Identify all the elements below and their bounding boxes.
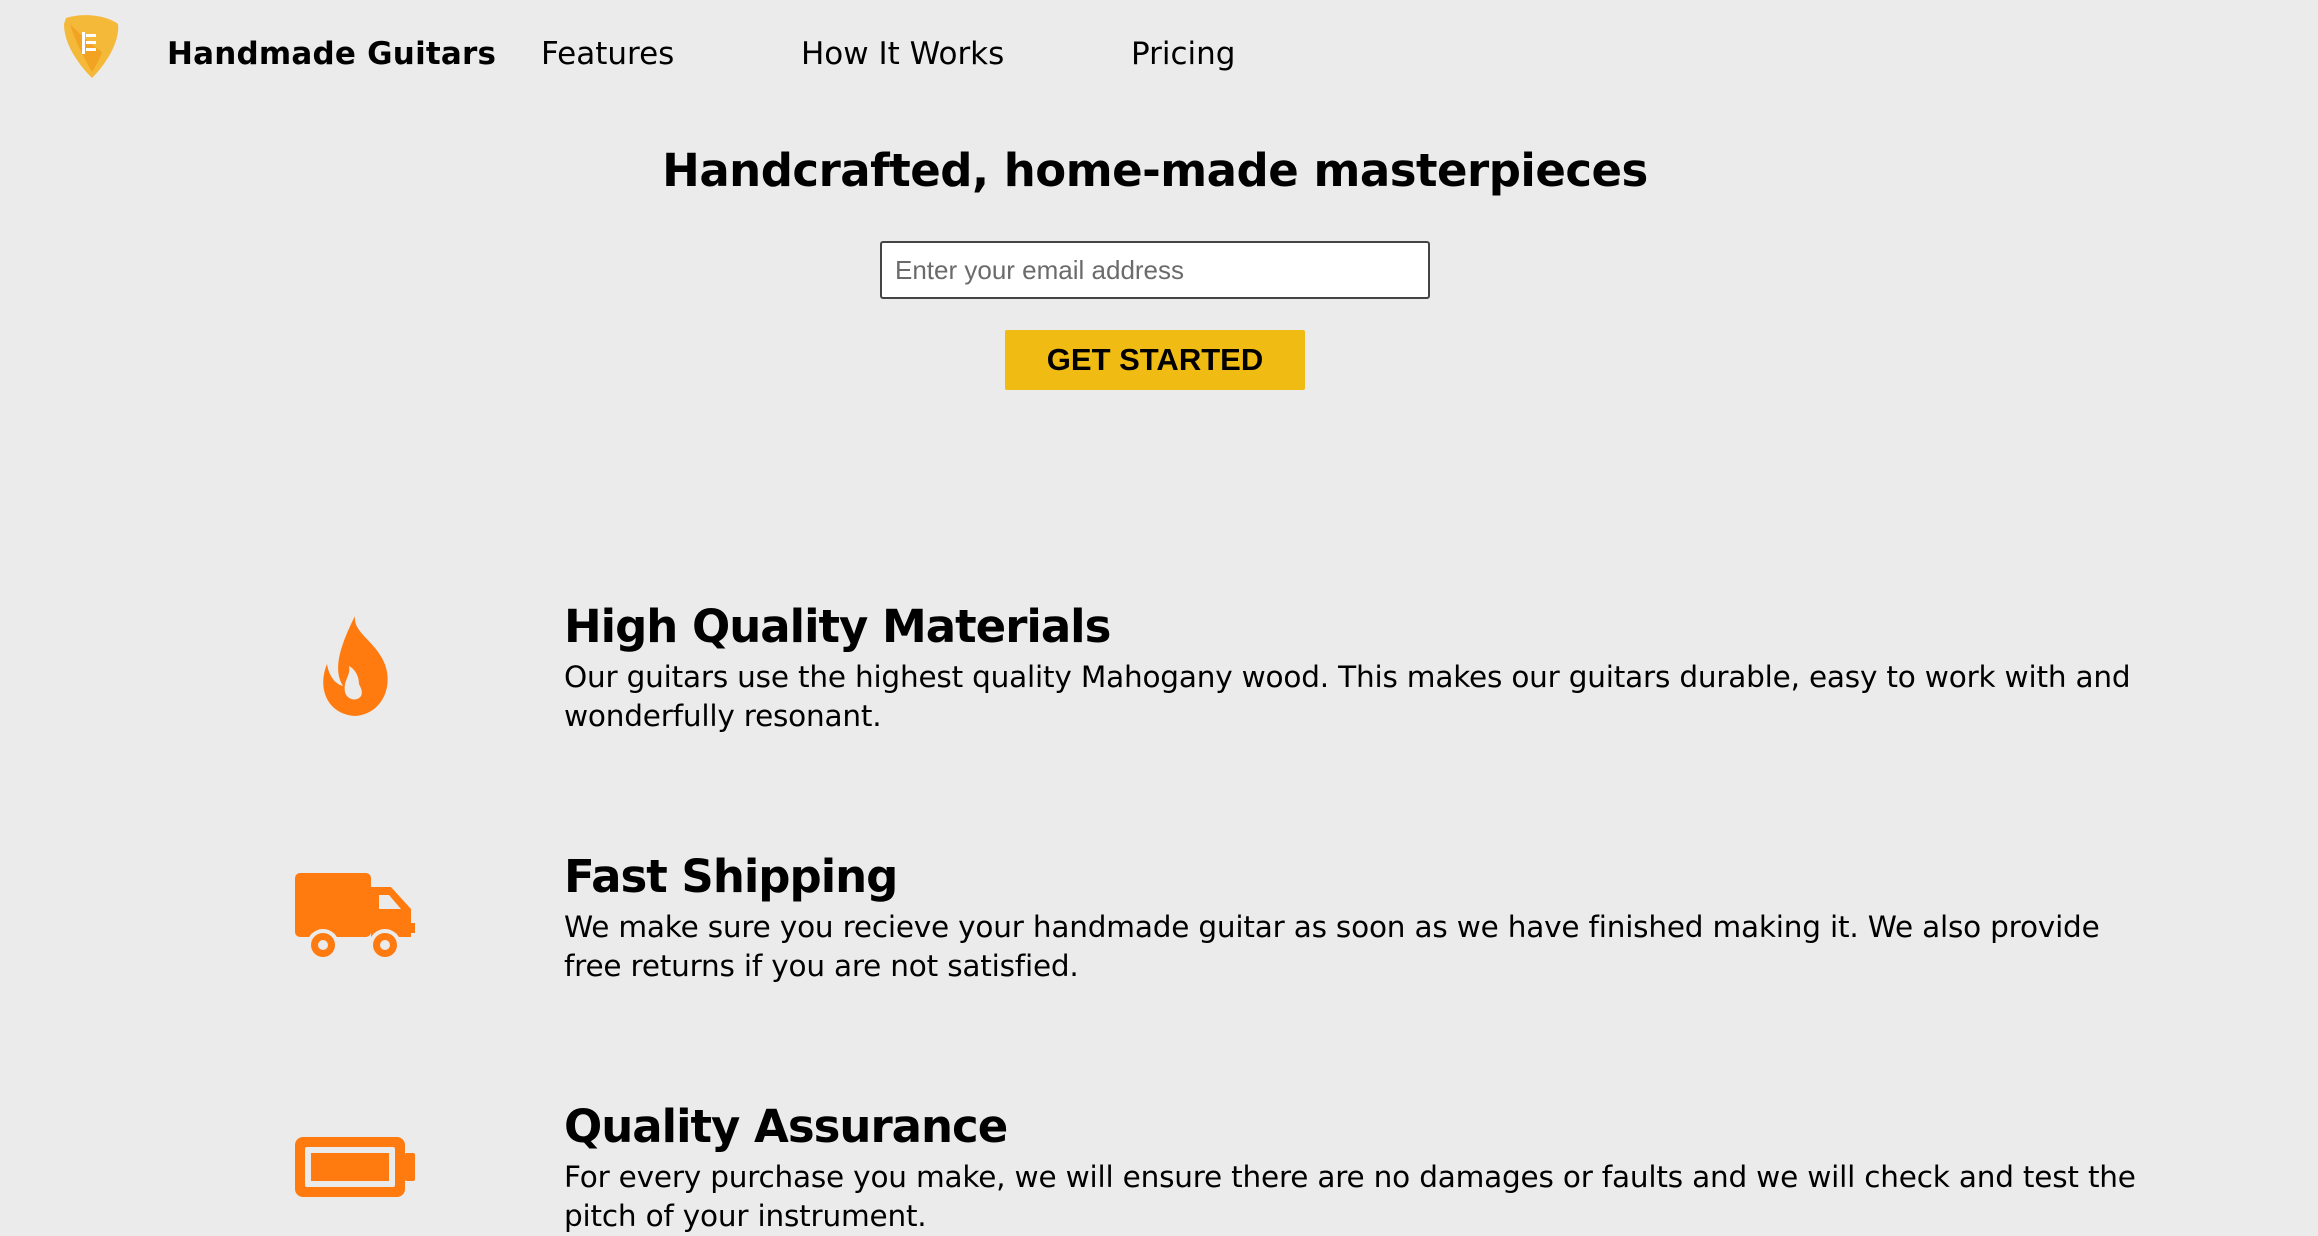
feature-title: Quality Assurance — [564, 1100, 1008, 1153]
email-input[interactable] — [880, 241, 1430, 299]
hero-title: Handcrafted, home-made masterpieces — [662, 144, 1648, 197]
feature-title: High Quality Materials — [564, 600, 1111, 653]
truck-icon — [290, 860, 420, 970]
nav-features[interactable]: Features — [541, 36, 674, 72]
fire-icon — [290, 611, 420, 721]
site-header: Handmade Guitars Features How It Works P… — [0, 0, 2318, 120]
guitar-pick-icon[interactable] — [60, 14, 122, 82]
battery-full-icon — [290, 1112, 420, 1222]
brand-name: Handmade Guitars — [167, 36, 497, 72]
get-started-button[interactable]: GET STARTED — [1005, 330, 1305, 390]
feature-description: For every purchase you make, we will ens… — [564, 1160, 2136, 1233]
feature-description: We make sure you recieve your handmade g… — [564, 910, 2100, 983]
nav-pricing[interactable]: Pricing — [1131, 36, 1236, 72]
nav-how-it-works[interactable]: How It Works — [801, 36, 1004, 72]
feature-description: Our guitars use the highest quality Maho… — [564, 660, 2131, 733]
feature-title: Fast Shipping — [564, 850, 898, 903]
